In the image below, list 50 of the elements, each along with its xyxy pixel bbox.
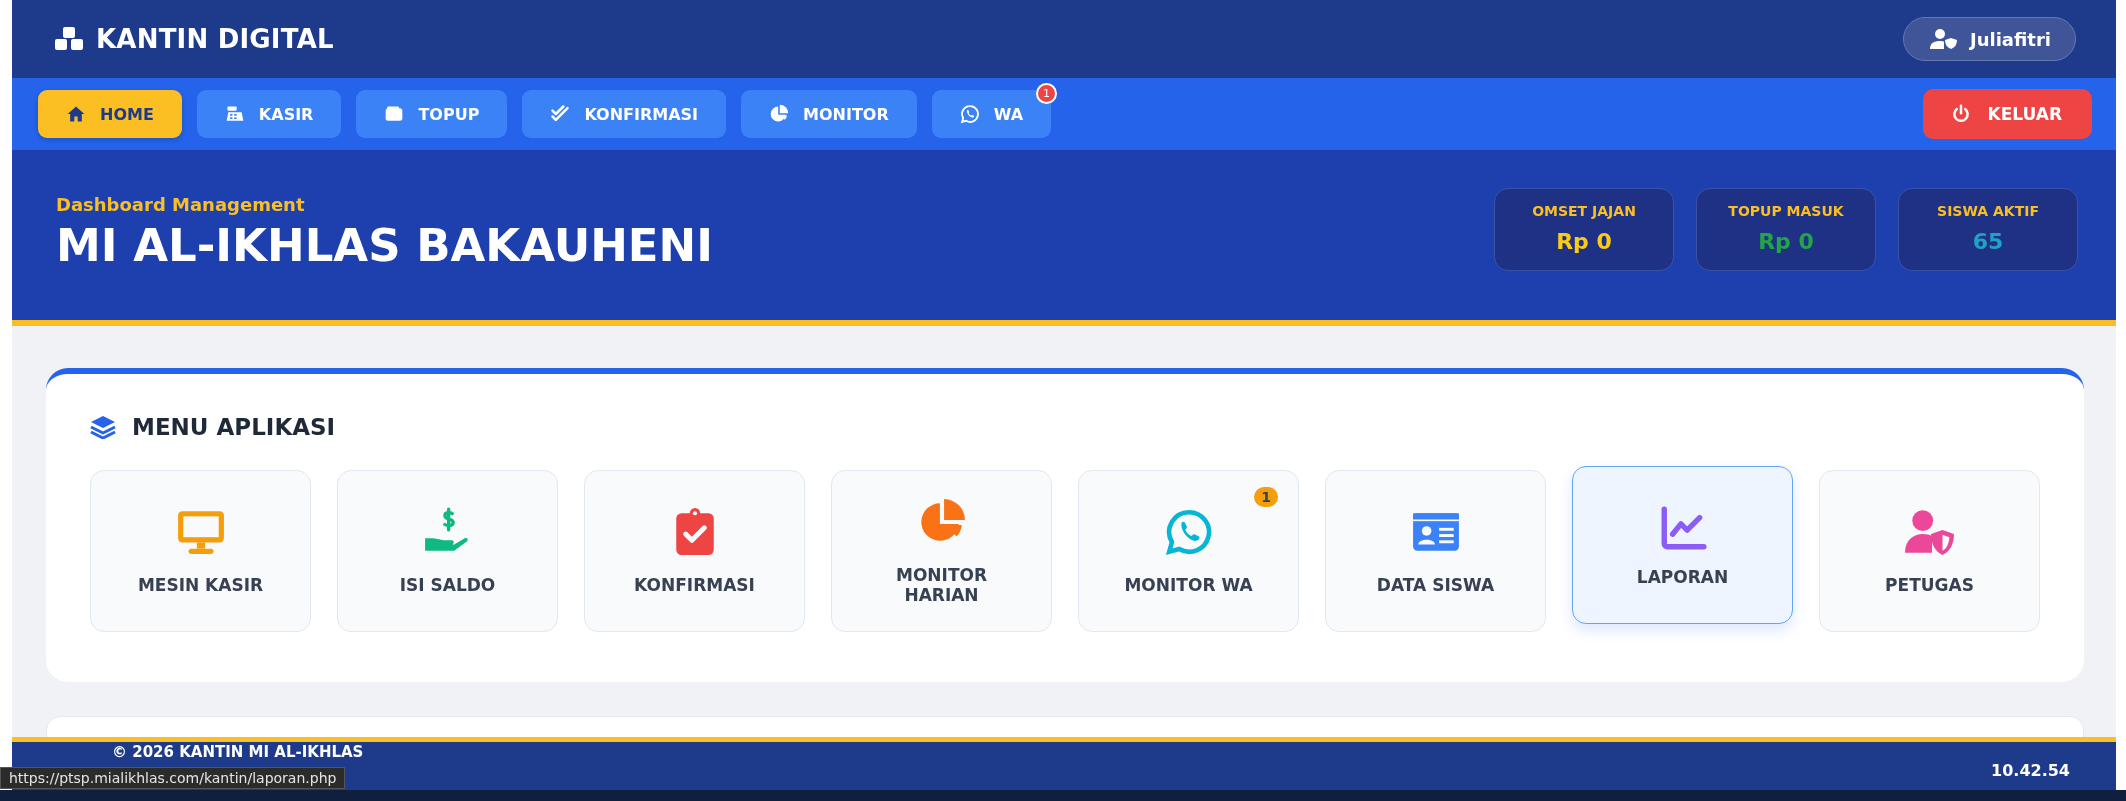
stat-label: OMSET JAJAN xyxy=(1532,202,1636,219)
stat-value: 65 xyxy=(1972,228,2004,254)
menu-tile[interactable]: MESIN KASIR xyxy=(90,470,311,632)
menu-tile-label: PETUGAS xyxy=(1885,575,1974,595)
menu-tile[interactable]: KONFIRMASI xyxy=(584,470,805,632)
school-title: MI AL-IKHLAS BAKAUHENI xyxy=(56,219,713,272)
dashboard-subtitle: Dashboard Management xyxy=(56,194,306,215)
layers-icon xyxy=(90,415,116,439)
logout-button[interactable]: KELUAR xyxy=(1923,89,2092,139)
section-title: MENU APLIKASI xyxy=(132,414,336,440)
double-check-icon xyxy=(550,104,571,124)
chat-phone-icon xyxy=(1163,507,1214,557)
nav-tab[interactable]: KASIR xyxy=(196,90,342,138)
clock-time: 10.42.54 xyxy=(1991,761,2070,780)
home-icon xyxy=(66,104,86,124)
cash-register-icon xyxy=(224,104,245,124)
menu-tile-label: MESIN KASIR xyxy=(137,575,264,595)
nav-tab[interactable]: TOPUP xyxy=(356,90,508,138)
menu-tile-label: DATA SISWA xyxy=(1376,575,1495,595)
notification-badge: 1 xyxy=(1036,83,1058,104)
status-url-tooltip: https://ptsp.mialikhlas.com/kantin/laporan.php xyxy=(0,767,346,789)
app-title: KANTIN DIGITAL xyxy=(96,24,334,54)
menu-tile[interactable]: MONITOR HARIAN xyxy=(831,470,1052,632)
nav-tab[interactable]: KONFIRMASI xyxy=(522,90,727,138)
menu-tile-label: KONFIRMASI xyxy=(634,575,755,595)
menu-tile-label: MONITOR HARIAN xyxy=(894,565,989,605)
nav-tab[interactable]: HOME xyxy=(38,90,182,138)
menu-tile[interactable]: PETUGAS xyxy=(1819,470,2040,632)
menu-tile[interactable]: ISI SALDO xyxy=(337,470,558,632)
stat-value: Rp 0 xyxy=(1758,228,1814,254)
copyright-text: © 2026 KANTIN MI AL-IKHLAS xyxy=(112,743,364,761)
stat-label: TOPUP MASUK xyxy=(1728,202,1844,219)
user-menu-button[interactable]: Juliafitri xyxy=(1903,17,2076,61)
boxes-logo-icon xyxy=(54,26,84,52)
menu-tile-label: ISI SALDO xyxy=(399,575,496,595)
wallet-icon xyxy=(384,104,405,124)
stat-label: SISWA AKTIF xyxy=(1937,202,2039,219)
menu-tile-label: MONITOR WA xyxy=(1124,575,1253,595)
notification-badge: 1 xyxy=(1254,487,1278,507)
menu-tile-label: LAPORAN xyxy=(1636,567,1729,587)
nav-tab[interactable]: MONITOR xyxy=(741,90,917,138)
chat-phone-icon xyxy=(959,104,980,124)
power-icon xyxy=(1951,104,1972,124)
user-shield-icon xyxy=(1904,507,1955,557)
pie-chart-icon xyxy=(769,104,790,124)
user-shield-icon xyxy=(1930,28,1958,50)
menu-tile[interactable]: DATA SISWA xyxy=(1325,470,1546,632)
menu-tile[interactable]: LAPORAN xyxy=(1572,466,1793,624)
menu-tile[interactable]: MONITOR WA 1 xyxy=(1078,470,1299,632)
stat-value: Rp 0 xyxy=(1556,228,1612,254)
